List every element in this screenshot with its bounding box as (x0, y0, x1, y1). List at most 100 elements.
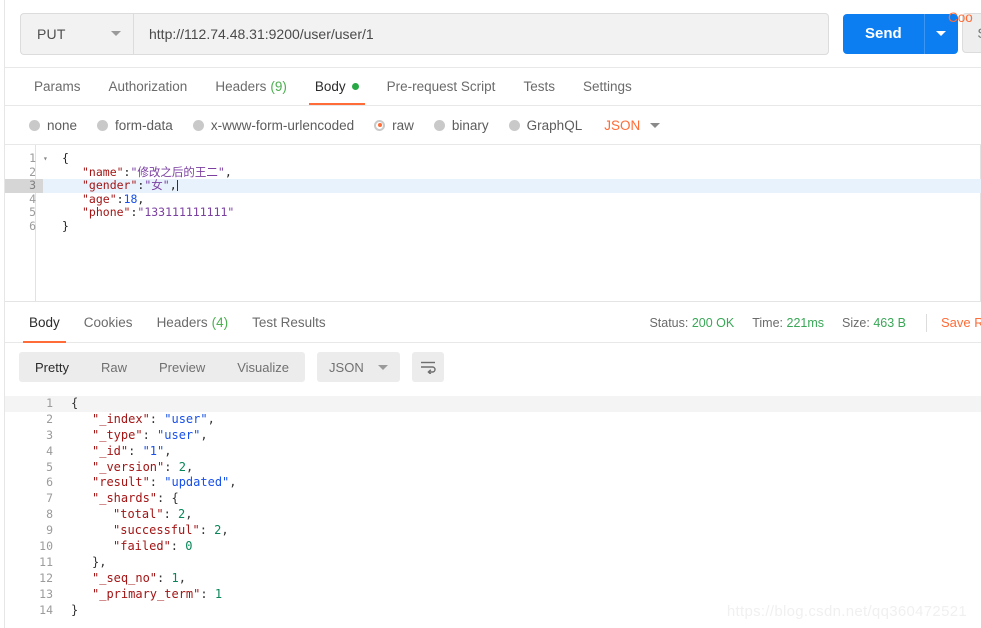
response-view-preview[interactable]: Preview (143, 352, 221, 382)
code-token: 0 (185, 539, 193, 554)
code-token: , (137, 191, 145, 206)
code-line: 4 "_id": "1", (5, 444, 981, 460)
code-text: "_seq_no": 1, (63, 571, 186, 587)
code-token: } (62, 218, 69, 233)
line-number: 5 (46, 459, 53, 474)
radio-button-icon[interactable] (29, 119, 40, 131)
request-body-editor[interactable]: 1 ▾{2 "name":"修改之后的王二", 3 "gender":"女", 4 "age… (5, 144, 981, 301)
save-response-button[interactable]: Save Re (941, 315, 981, 330)
request-tab-body[interactable]: Body (301, 68, 373, 105)
fold-arrow-icon[interactable]: ▾ (43, 152, 54, 166)
request-tab-params[interactable]: Params (20, 68, 95, 105)
code-text: }, (63, 555, 106, 571)
raw-format-dropdown[interactable]: JSON (604, 118, 661, 133)
code-token: }, (92, 554, 107, 569)
response-meta: Status: 200 OK Time: 221ms Size: 463 B S… (631, 302, 981, 343)
line-number: 7 (46, 491, 53, 506)
code-token: 1 (214, 586, 223, 601)
code-token: , (178, 570, 186, 585)
code-token: , (185, 459, 194, 474)
cookies-link[interactable]: Coo (948, 10, 981, 25)
response-tab-test-results[interactable]: Test Results (240, 302, 338, 343)
response-format-dropdown[interactable]: JSON (317, 352, 400, 382)
radio-button-icon[interactable] (374, 119, 386, 131)
code-line: 2 "name":"修改之后的王二", (5, 164, 981, 180)
save-request-label: S (977, 25, 981, 41)
chevron-down-icon (111, 31, 121, 36)
code-token: "phone" (82, 205, 131, 220)
response-tabs: Body Cookies Headers (4) Test Results (17, 302, 338, 343)
request-tab-bar: Params Authorization Headers (9) Body Pre-req… (5, 68, 981, 106)
code-token: "_id" (92, 443, 129, 458)
line-number: 5 (29, 205, 36, 220)
code-line: 13 "_primary_term": 1 (5, 587, 981, 603)
postman-window: PUT http://112.74.48.31:9200/user/user/1… (0, 0, 981, 628)
body-type-raw[interactable]: raw (374, 118, 414, 133)
radio-button-icon[interactable] (97, 119, 109, 131)
request-tab-authorization[interactable]: Authorization (95, 68, 202, 105)
code-text: } (54, 218, 69, 234)
code-token: { (62, 151, 69, 165)
status-item: Status: 200 OK (649, 316, 734, 330)
code-token: , (200, 427, 208, 442)
response-tab-headers[interactable]: Headers (4) (145, 302, 241, 343)
code-token: 1 (171, 570, 179, 585)
code-text: "gender":"女", (54, 178, 178, 193)
code-token: , (224, 164, 232, 179)
response-view-pretty[interactable]: Pretty (19, 352, 85, 382)
code-line: 1 ▾ { (5, 151, 981, 166)
code-token: 18 (123, 191, 138, 206)
line-number: 2 (46, 411, 53, 426)
time-value: 221ms (786, 315, 825, 330)
body-type-x-www-form-urlencoded[interactable]: x-www-form-urlencoded (192, 118, 354, 133)
status-value: 200 OK (691, 315, 735, 330)
code-text: { (63, 396, 78, 412)
code-token: "1" (142, 443, 165, 458)
send-button[interactable]: Send (843, 13, 924, 54)
line-number: 9 (46, 523, 53, 538)
code-line: 6} (5, 218, 981, 234)
code-line: 11}, (5, 555, 981, 571)
response-body-panel[interactable]: 1{2 "_index": "user", 3 "_type": "user", 4 "_… (5, 391, 981, 628)
body-type-none[interactable]: none (29, 118, 77, 133)
request-tab-pre-request-script[interactable]: Pre-request Script (373, 68, 510, 105)
request-tab-label: Authorization (108, 79, 188, 94)
body-type-graphql[interactable]: GraphQL (508, 118, 582, 133)
body-type-binary[interactable]: binary (433, 118, 489, 133)
request-tab-settings[interactable]: Settings (569, 68, 646, 105)
code-token: "gender" (82, 178, 138, 193)
request-body-code[interactable]: 1 ▾{2 "name":"修改之后的王二", 3 "gender":"女", 4 "age… (5, 145, 981, 234)
code-line: 9 "successful": 2, (5, 523, 981, 539)
code-token: : (149, 411, 165, 426)
time-label: Time: (752, 315, 784, 330)
response-view-raw[interactable]: Raw (85, 352, 143, 382)
body-type-form-data[interactable]: form-data (97, 118, 173, 133)
http-method-label: PUT (37, 25, 66, 42)
response-tab-body[interactable]: Body (17, 302, 72, 343)
response-tab-label: Headers (156, 314, 208, 330)
code-token: "user" (164, 411, 208, 426)
code-token: "successful" (113, 523, 200, 538)
radio-button-icon[interactable] (508, 119, 520, 131)
radio-button-icon[interactable] (192, 119, 204, 131)
response-view-visualize[interactable]: Visualize (221, 352, 305, 382)
code-token: : (170, 539, 186, 554)
response-tab-cookies[interactable]: Cookies (72, 302, 145, 343)
chevron-down-icon (650, 122, 661, 128)
request-tab-headers[interactable]: Headers (9) (201, 68, 301, 105)
response-body-code[interactable]: 1{2 "_index": "user", 3 "_type": "user", 4 "_… (5, 391, 981, 618)
request-tab-tests[interactable]: Tests (509, 68, 569, 105)
request-url-text: http://112.74.48.31:9200/user/user/1 (149, 25, 374, 42)
http-method-select[interactable]: PUT (20, 12, 133, 55)
line-number: 10 (39, 539, 53, 554)
wrap-lines-button[interactable] (411, 352, 444, 382)
chevron-down-icon (377, 364, 388, 370)
watermark: https://blog.csdn.net/qq360472521 (726, 603, 967, 620)
request-url-input[interactable]: http://112.74.48.31:9200/user/user/1 (133, 12, 829, 55)
code-line: 3 "gender":"女", (5, 178, 981, 193)
code-token: "133111111111" (137, 205, 235, 220)
code-token: "女" (144, 178, 170, 193)
radio-button-icon[interactable] (433, 119, 445, 131)
